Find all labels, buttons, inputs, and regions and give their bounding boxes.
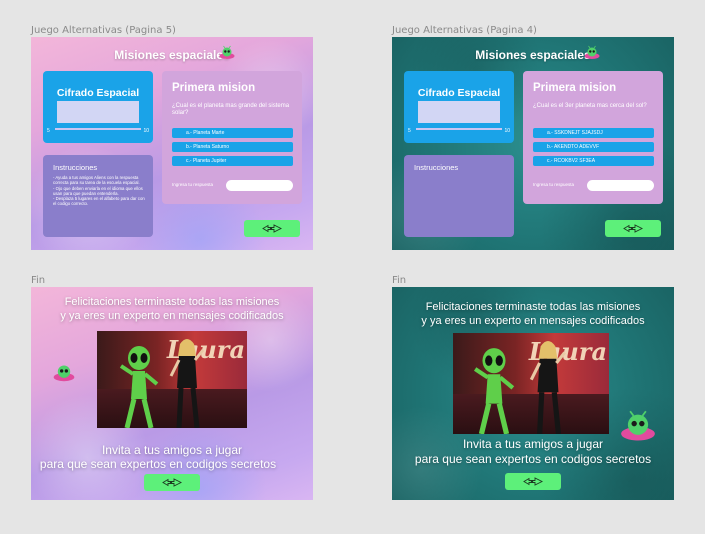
instructions-panel: Instrucciones Ayuda a tus amigos Aliens … [43, 155, 153, 237]
answer-input[interactable] [226, 180, 293, 191]
frame-label-fin-right: Fin [392, 275, 407, 286]
option-c-button[interactable]: c.- RCOKBV2 SF3EA [533, 156, 654, 166]
page-title: Misiones espaciales [31, 48, 313, 62]
invite-line-1: Invita a tus amigos a jugar [462, 437, 604, 451]
mission-panel: Primera mision ¿Cual es el 3er planeta m… [523, 71, 663, 204]
next-button[interactable] [505, 473, 561, 490]
answer-label: Ingresa tu respuesta [172, 182, 214, 187]
cipher-display [57, 101, 139, 123]
dancing-alien-figure [473, 348, 515, 434]
title-text: Misiones espaciales [114, 48, 230, 62]
instruction-item: Desplaza 5 lugares en el alfabeto para d… [53, 196, 145, 207]
mission-title: Primera mision [533, 82, 617, 94]
frame-label-pagina-4: Juego Alternativas (Pagina 4) [392, 25, 537, 36]
option-a-button[interactable]: a.- SSKDNEJT SJAJSDJ [533, 128, 654, 138]
slider-max-label: 10 [504, 128, 510, 134]
congrats-line-1: Felicitaciones terminaste todas las misi… [64, 296, 280, 308]
option-b-button[interactable]: b.- Planeta Saturno [172, 142, 293, 152]
cipher-panel: Cifrado Espacial 5 10 [43, 71, 153, 143]
page-title: Misiones espaciales [392, 48, 674, 62]
instructions-title: Instrucciones [414, 163, 459, 172]
frame-mission-page-5: Misiones espaciales Cifrado Espacial 5 1… [31, 37, 313, 250]
shift-slider[interactable] [416, 128, 502, 130]
congrats-line-1: Felicitaciones terminaste todas las misi… [425, 301, 641, 313]
slider-min-label: 5 [47, 128, 50, 134]
rocket-arrow-icon [523, 477, 543, 486]
congrats-line-2: y ya eres un experto en mensajes codific… [421, 315, 645, 327]
dancing-alien-figure [119, 346, 159, 428]
instruction-item: Ojo que deben enviarla en el idioma que … [53, 186, 145, 197]
alien-ufo-icon [219, 45, 235, 59]
frame-fin-right: Felicitaciones terminaste todas las misi… [392, 287, 674, 500]
congrats-line-2: y ya eres un experto en mensajes codific… [60, 310, 284, 322]
slider-max-label: 10 [143, 128, 149, 134]
instruction-item: Ayuda a tus amigos Aliens con la respues… [53, 175, 145, 186]
shift-slider[interactable] [55, 128, 141, 130]
instructions-panel: Instrucciones [404, 155, 514, 237]
mission-title: Primera mision [172, 82, 256, 94]
next-button[interactable] [605, 220, 661, 237]
rocket-arrow-icon [623, 224, 643, 233]
slider-min-label: 5 [408, 128, 411, 134]
cipher-title: Cifrado Espacial [417, 87, 501, 99]
cipher-title: Cifrado Espacial [56, 87, 140, 99]
dancing-woman-figure [169, 339, 205, 428]
mission-question: ¿Cual es el planeta mas grande del siste… [172, 103, 290, 116]
frame-label-pagina-5: Juego Alternativas (Pagina 5) [31, 25, 176, 36]
title-text: Misiones espaciales [475, 48, 591, 62]
answer-label: Ingresa tu respuesta [533, 182, 575, 187]
rocket-arrow-icon [262, 224, 282, 233]
option-b-button[interactable]: b.- AKENDTO ADEVVF [533, 142, 654, 152]
next-button[interactable] [144, 474, 200, 491]
invite-line-1: Invita a tus amigos a jugar [101, 443, 243, 457]
cipher-display [418, 101, 500, 123]
alien-ufo-icon [584, 45, 600, 59]
option-a-button[interactable]: a.- Planeta Marte [172, 128, 293, 138]
celebration-video[interactable]: Laura [97, 331, 247, 428]
invite-line-2: para que sean expertos en codigos secret… [414, 452, 652, 466]
invite-line-2: para que sean expertos en codigos secret… [39, 457, 277, 471]
instructions-list: Ayuda a tus amigos Aliens con la respues… [53, 175, 145, 207]
alien-ufo-icon [53, 365, 75, 382]
celebration-video[interactable]: Laura [453, 333, 609, 434]
mission-panel: Primera mision ¿Cual es el planeta mas g… [162, 71, 302, 204]
frame-label-fin-left: Fin [31, 275, 46, 286]
rocket-arrow-icon [162, 478, 182, 487]
frame-fin-left: Felicitaciones terminaste todas las misi… [31, 287, 313, 500]
cipher-panel: Cifrado Espacial 5 10 [404, 71, 514, 143]
answer-input[interactable] [587, 180, 654, 191]
next-button[interactable] [244, 220, 300, 237]
instructions-title: Instrucciones [53, 163, 98, 172]
option-c-button[interactable]: c.- Planeta Jupiter [172, 156, 293, 166]
dancing-woman-figure [529, 341, 566, 434]
frame-mission-page-4: Misiones espaciales Cifrado Espacial 5 1… [392, 37, 674, 250]
mission-question: ¿Cual es el 3er planeta mas cerca del so… [533, 103, 647, 109]
